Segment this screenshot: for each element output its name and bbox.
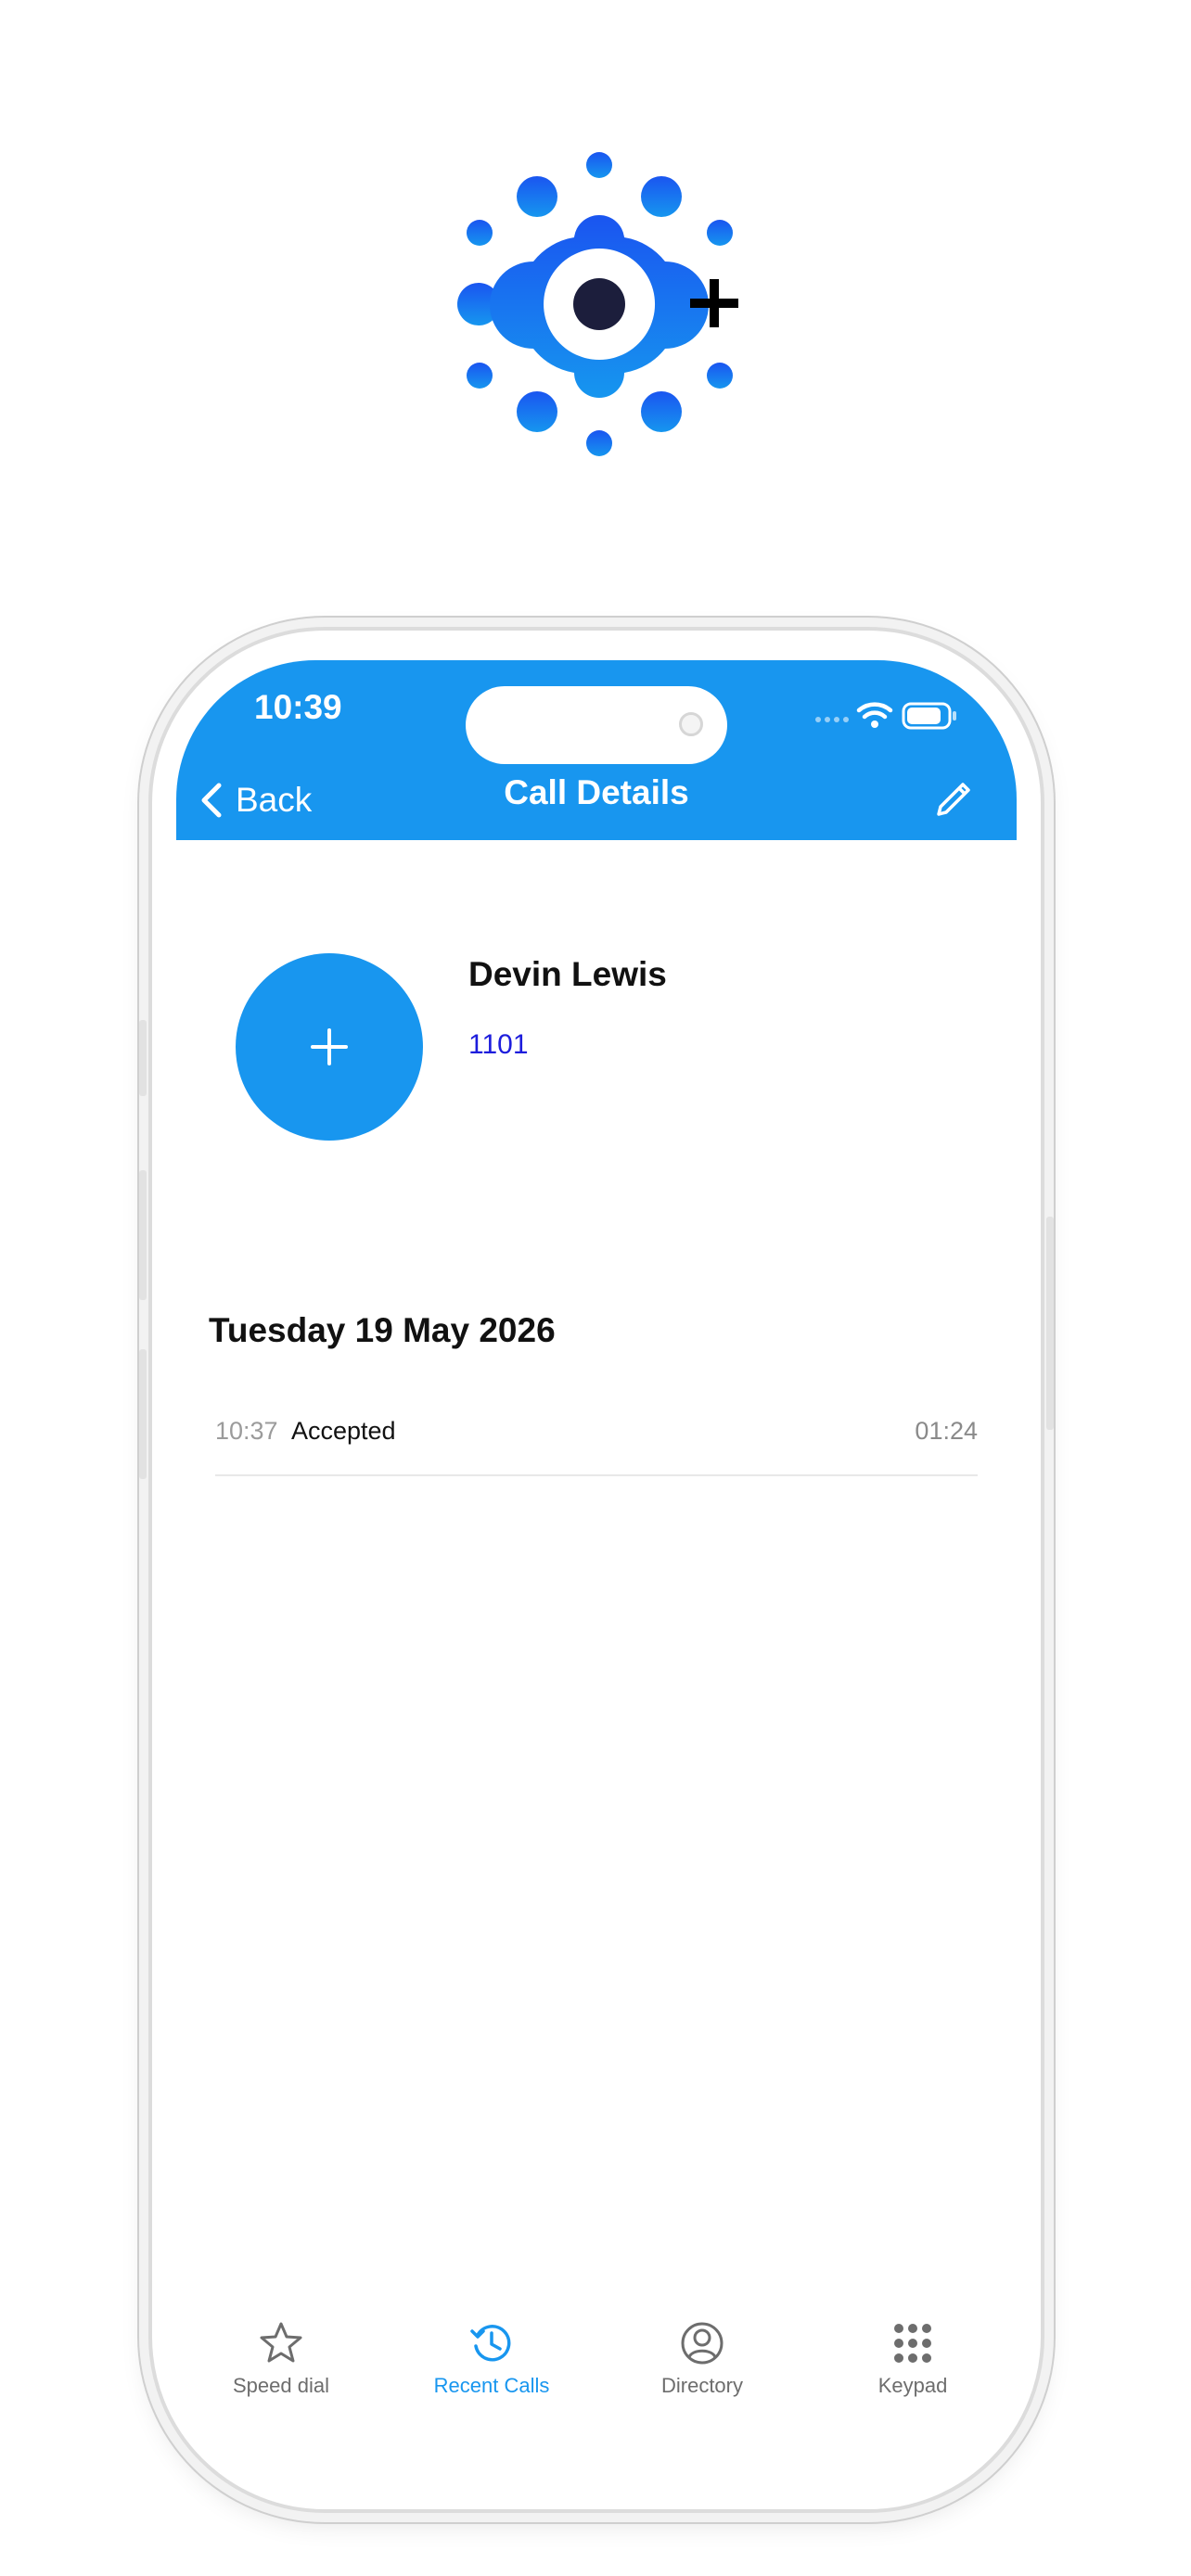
person-circle-icon <box>681 2322 724 2365</box>
camera-icon <box>679 712 703 736</box>
star-icon <box>260 2322 302 2363</box>
mute-switch <box>139 1020 147 1096</box>
history-icon <box>470 2325 511 2362</box>
dynamic-island <box>466 686 727 764</box>
call-date-heading: Tuesday 19 May 2026 <box>209 1311 556 1349</box>
add-contact-avatar-button[interactable] <box>236 953 423 1141</box>
tab-label: Directory <box>660 2374 743 2397</box>
edit-pencil-icon[interactable] <box>931 777 976 822</box>
tab-label: Keypad <box>877 2374 948 2397</box>
tab-label: Speed dial <box>233 2374 329 2397</box>
tab-keypad[interactable]: Keypad <box>820 2320 1005 2398</box>
bottom-tab-bar: Speed dial Recent Calls Directory Keypad <box>176 2320 1017 2431</box>
tab-recent-calls[interactable]: Recent Calls <box>399 2320 584 2398</box>
page-title: Call Details <box>504 773 689 811</box>
volume-down-button <box>139 1349 147 1479</box>
call-time: 10:37 <box>215 1417 278 1445</box>
call-status: Accepted <box>291 1417 396 1445</box>
volume-up-button <box>139 1170 147 1300</box>
tab-directory[interactable]: Directory <box>609 2320 795 2398</box>
contact-name: Devin Lewis <box>468 955 667 993</box>
battery-icon <box>902 702 956 730</box>
tab-speed-dial[interactable]: Speed dial <box>188 2320 374 2398</box>
keypad-icon <box>894 2324 931 2363</box>
power-button <box>1046 1217 1054 1430</box>
signal-icon <box>815 717 849 722</box>
wifi-icon <box>856 702 893 720</box>
app-header: 10:39 Back Call Details <box>176 660 1017 840</box>
status-icons <box>815 702 956 730</box>
call-history-row[interactable]: 10:37 Accepted 01:24 <box>215 1402 978 1476</box>
contact-number-link[interactable]: 1101 <box>468 1029 529 1061</box>
plus-icon <box>311 1028 348 1065</box>
tab-label: Recent Calls <box>433 2374 550 2397</box>
call-duration: 01:24 <box>915 1417 978 1445</box>
status-time: 10:39 <box>254 688 342 726</box>
phone-screen: 10:39 Back Call Details Devin Lewis 1101… <box>176 660 1017 2504</box>
app-logo <box>457 152 738 456</box>
